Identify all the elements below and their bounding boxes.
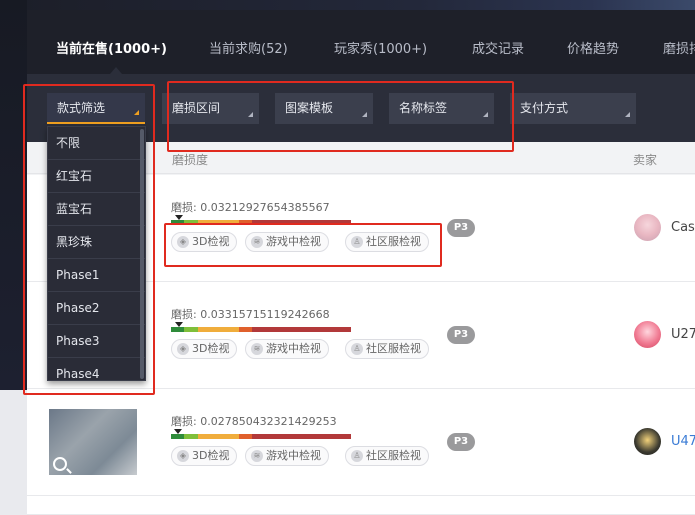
inspect-community-label: 社区服检视	[366, 449, 421, 462]
wear-value: 磨损: 0.027850432321429253	[171, 415, 337, 428]
inspect-community-button[interactable]: ♙ 社区服检视	[345, 339, 429, 359]
inspect-ingame-button[interactable]: ≋ 游戏中检视	[245, 446, 329, 466]
inspect-ingame-label: 游戏中检视	[266, 342, 321, 355]
annotation-box-style-filter	[23, 84, 155, 395]
inspect-3d-button[interactable]: ◈ 3D检视	[171, 446, 238, 466]
active-tab-caret	[110, 67, 122, 74]
wear-bar-segment	[197, 434, 240, 439]
wear-bar-segment	[197, 327, 240, 332]
phase-badge: P3	[447, 326, 475, 344]
cube-icon: ◈	[177, 343, 189, 355]
wear-bar-segment	[239, 434, 252, 439]
inspect-3d-label: 3D检视	[192, 342, 230, 355]
tab-buy-orders[interactable]: 当前求购(52)	[209, 38, 288, 57]
cube-icon: ◈	[177, 450, 189, 462]
wear-bar	[171, 434, 351, 439]
item-thumbnail[interactable]	[49, 409, 137, 475]
wear-bar-segment	[171, 434, 184, 439]
seller-name[interactable]: U27	[671, 327, 695, 342]
listing-row[interactable]	[27, 496, 695, 515]
inspect-ingame-button[interactable]: ≋ 游戏中检视	[245, 339, 329, 359]
player-icon: ♙	[351, 450, 363, 462]
seller-name[interactable]: Cas	[671, 220, 695, 235]
wear-bar	[171, 327, 351, 332]
wear-value: 磨损: 0.03315715119242668	[171, 308, 330, 321]
annotation-box-inspect-buttons	[164, 223, 442, 267]
wear-bar-segment	[239, 327, 252, 332]
col-wear-header: 磨损度	[172, 153, 209, 167]
tab-on-sale[interactable]: 当前在售(1000+)	[56, 38, 167, 57]
wear-value: 磨损: 0.03212927654385567	[171, 201, 330, 214]
inspect-3d-button[interactable]: ◈ 3D检视	[171, 339, 238, 359]
zoom-icon[interactable]	[53, 457, 67, 471]
col-seller-header: 卖家	[633, 153, 658, 167]
seller-avatar[interactable]	[634, 214, 661, 241]
wear-bar-segment	[251, 434, 351, 439]
tab-trade-history[interactable]: 成交记录	[472, 38, 524, 57]
wear-bar-segment	[183, 327, 198, 332]
listing-row[interactable]: 磨损: 0.027850432321429253 ◈ 3D检视 ≋ 游戏中检视 ♙ 社…	[27, 389, 695, 496]
inspect-3d-label: 3D检视	[192, 449, 230, 462]
wear-bar-segment	[183, 434, 198, 439]
inspect-community-button[interactable]: ♙ 社区服检视	[345, 446, 429, 466]
dropdown-triangle-icon	[625, 112, 630, 117]
player-icon: ♙	[351, 343, 363, 355]
inspect-community-label: 社区服检视	[366, 342, 421, 355]
tab-bar: 当前在售(1000+) 当前求购(52) 玩家秀(1000+) 成交记录 价格趋…	[27, 10, 695, 75]
game-icon: ≋	[251, 450, 263, 462]
inspect-ingame-label: 游戏中检视	[266, 449, 321, 462]
tab-player-showcase[interactable]: 玩家秀(1000+)	[334, 38, 427, 57]
wear-bar-segment	[171, 327, 184, 332]
top-banner	[0, 0, 695, 10]
seller-avatar[interactable]	[634, 428, 661, 455]
payment-method-select[interactable]: 支付方式	[510, 93, 636, 124]
wear-bar-segment	[251, 327, 351, 332]
game-icon: ≋	[251, 343, 263, 355]
tab-price-trend[interactable]: 价格趋势	[567, 38, 619, 57]
seller-name[interactable]: U47	[671, 434, 695, 449]
tab-wear-rank[interactable]: 磨损排	[663, 38, 695, 57]
annotation-box-filters	[167, 81, 514, 152]
phase-badge: P3	[447, 219, 475, 237]
seller-avatar[interactable]	[634, 321, 661, 348]
payment-method-label: 支付方式	[520, 101, 569, 115]
phase-badge: P3	[447, 433, 475, 451]
